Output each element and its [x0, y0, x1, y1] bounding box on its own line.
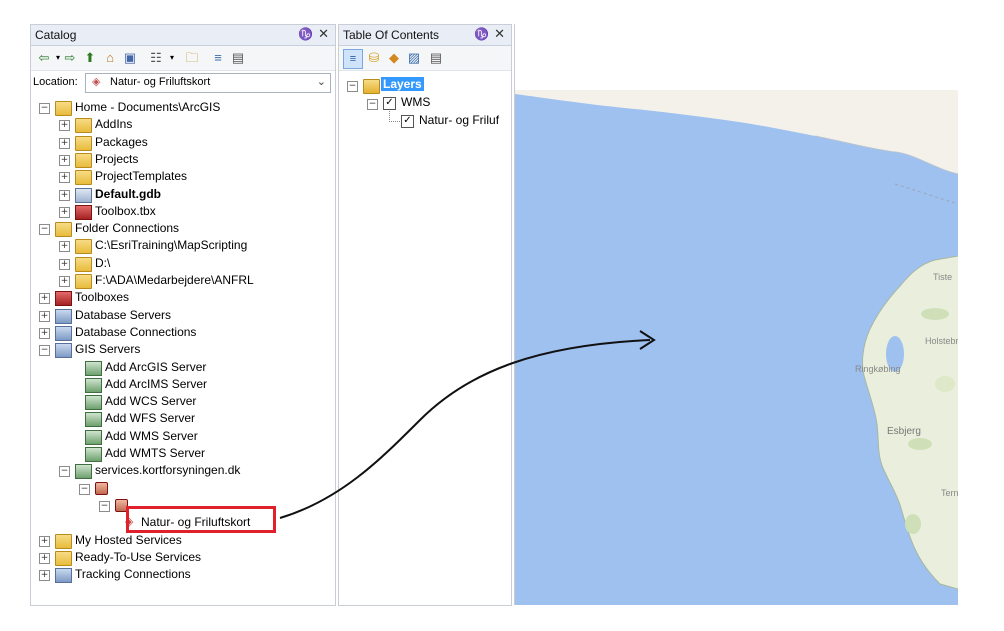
- arrow-curve: [279, 339, 651, 519]
- annotation-arrow: [279, 330, 656, 519]
